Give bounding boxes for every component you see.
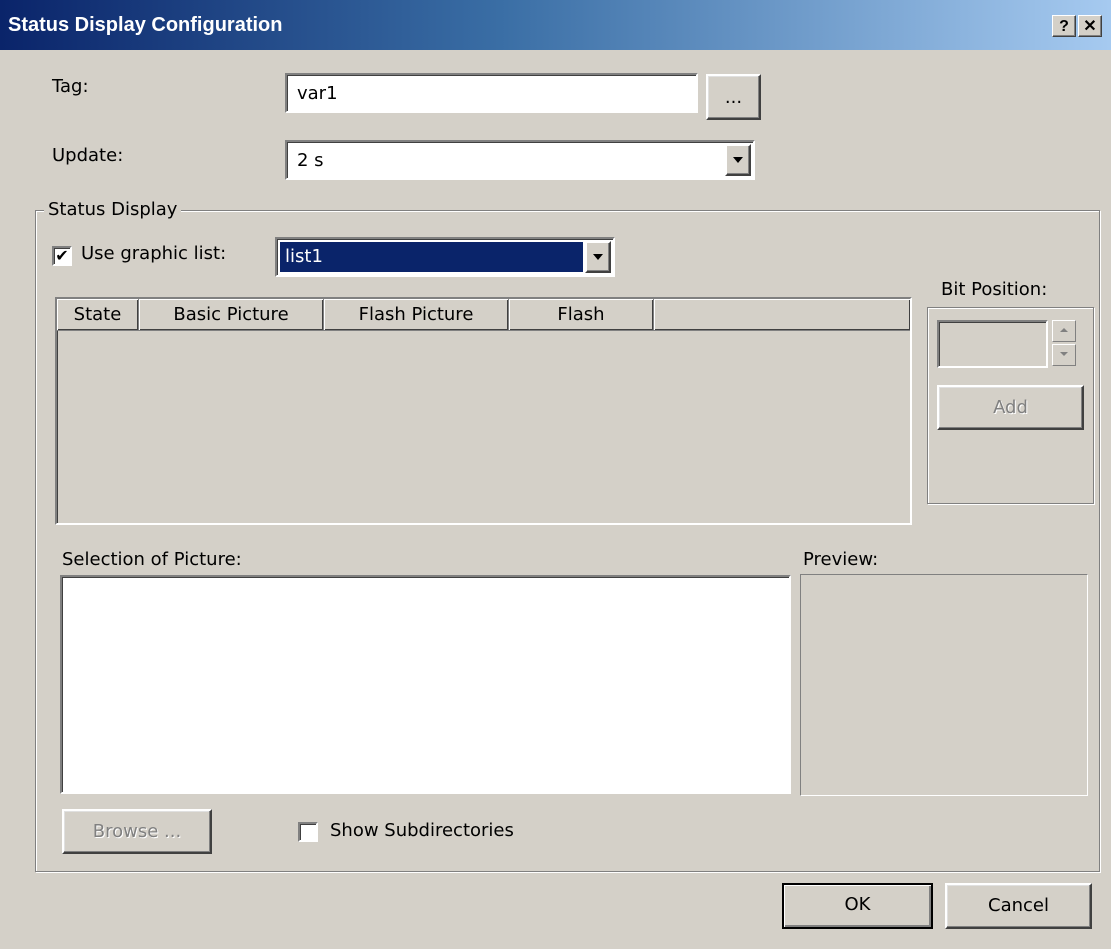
- use-graphic-list-checkbox[interactable]: ✔: [52, 246, 72, 266]
- use-graphic-list-label: Use graphic list:: [81, 243, 227, 264]
- update-dropdown-button[interactable]: [725, 144, 751, 176]
- bit-position-spin-up[interactable]: [1052, 320, 1076, 342]
- tag-input[interactable]: var1: [285, 73, 698, 113]
- state-table[interactable]: State Basic Picture Flash Picture Flash: [55, 297, 912, 525]
- cancel-button[interactable]: Cancel: [945, 883, 1092, 929]
- ok-button-label: OK: [844, 894, 871, 915]
- add-button-label: Add: [993, 397, 1028, 418]
- column-header-flash[interactable]: Flash: [509, 299, 654, 331]
- checkmark-icon: ✔: [55, 246, 69, 265]
- spin-down-icon: [1060, 352, 1068, 356]
- add-button[interactable]: Add: [937, 385, 1084, 430]
- tag-browse-label: ...: [724, 87, 743, 108]
- column-header-flash-picture[interactable]: Flash Picture: [324, 299, 509, 331]
- close-button[interactable]: ✕: [1078, 15, 1102, 37]
- show-subdirectories-label: Show Subdirectories: [330, 820, 514, 841]
- status-display-group-label: Status Display: [44, 199, 182, 220]
- column-header-state[interactable]: State: [57, 299, 139, 331]
- graphic-list-dropdown-button[interactable]: [585, 241, 611, 273]
- spin-up-icon: [1060, 328, 1068, 332]
- graphic-list-selection-highlight: [280, 242, 583, 272]
- show-subdirectories-checkbox[interactable]: [298, 822, 318, 842]
- chevron-down-icon: [733, 157, 743, 163]
- chevron-down-icon: [593, 254, 603, 260]
- picture-selection-list[interactable]: [60, 575, 791, 794]
- close-icon: ✕: [1083, 18, 1097, 35]
- graphic-list-select[interactable]: list1: [275, 237, 615, 277]
- preview-area: [800, 574, 1088, 796]
- bit-position-spin-down[interactable]: [1052, 344, 1076, 366]
- tag-label: Tag:: [52, 76, 89, 97]
- update-select-value: 2 s: [297, 150, 324, 171]
- cancel-button-label: Cancel: [988, 895, 1049, 916]
- browse-button-label: Browse ...: [92, 821, 182, 842]
- help-button[interactable]: ?: [1052, 15, 1076, 37]
- tag-browse-button[interactable]: ...: [706, 74, 761, 120]
- browse-button[interactable]: Browse ...: [62, 809, 212, 854]
- update-select[interactable]: 2 s: [285, 140, 755, 180]
- selection-of-picture-label: Selection of Picture:: [62, 549, 242, 570]
- column-header-basic-picture[interactable]: Basic Picture: [139, 299, 324, 331]
- bit-position-input[interactable]: [937, 320, 1048, 368]
- column-header-empty: [654, 299, 910, 331]
- window-title: Status Display Configuration: [8, 14, 283, 36]
- graphic-list-value: list1: [285, 246, 323, 267]
- ok-button[interactable]: OK: [782, 883, 933, 929]
- tag-input-value: var1: [297, 83, 338, 104]
- bit-position-label: Bit Position:: [941, 279, 1048, 300]
- preview-label: Preview:: [803, 549, 879, 570]
- update-label: Update:: [52, 145, 124, 166]
